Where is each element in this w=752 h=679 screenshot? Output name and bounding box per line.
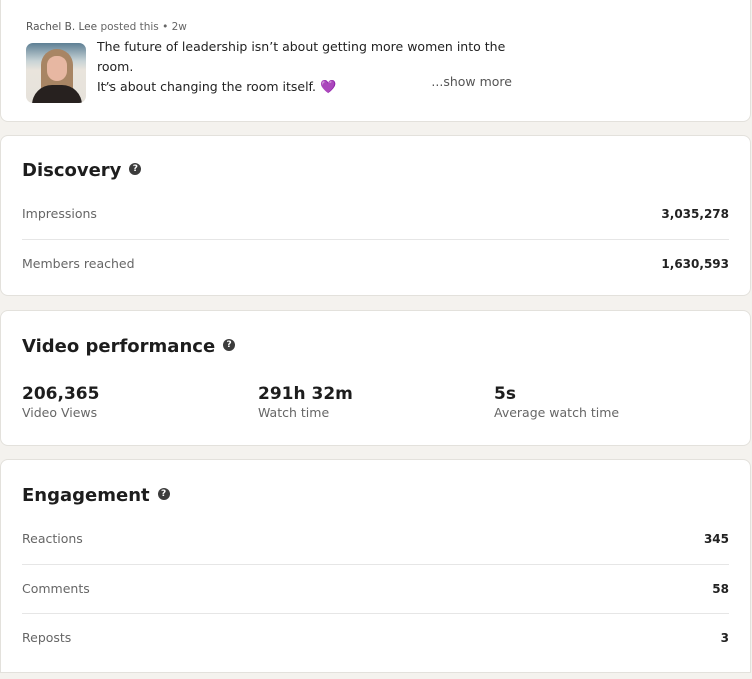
discovery-title: Discovery?	[22, 160, 142, 181]
divider	[22, 564, 729, 565]
metric-value: 3	[720, 631, 729, 645]
metric-value: 58	[712, 582, 729, 596]
metric-value: 291h 32m	[258, 384, 353, 404]
discovery-title-text: Discovery	[22, 160, 122, 181]
show-more-link[interactable]: ...show more	[431, 74, 512, 89]
divider	[22, 239, 729, 240]
purple-heart-icon: 💜	[320, 80, 337, 95]
metric-label: Average watch time	[494, 405, 620, 420]
metric-row-comments: Comments 58	[22, 581, 729, 630]
post-text-line-1: The future of leadership isn’t about get…	[97, 39, 506, 74]
metric-video-views: 206,365 Video Views	[22, 384, 99, 420]
metric-label: Watch time	[258, 405, 330, 420]
metric-label: Members reached	[22, 256, 135, 271]
engagement-title-text: Engagement	[22, 485, 150, 506]
engagement-title: Engagement?	[22, 485, 170, 506]
metric-value: 3,035,278	[661, 207, 729, 221]
post-thumbnail[interactable]	[26, 43, 86, 103]
post-author[interactable]: Rachel B. Lee	[26, 21, 97, 33]
engagement-card: Engagement? Reactions 345 Comments 58 Re…	[0, 459, 751, 673]
metric-label: Reposts	[22, 630, 72, 645]
metric-value: 345	[703, 532, 729, 546]
metric-value: 206,365	[22, 384, 100, 404]
help-icon[interactable]: ?	[129, 163, 142, 175]
divider	[22, 613, 729, 614]
metric-watch-time: 291h 32m Watch time	[258, 384, 353, 420]
video-performance-card: Video performance? 206,365 Video Views 2…	[0, 310, 751, 446]
help-icon[interactable]: ?	[223, 339, 236, 351]
video-performance-title-text: Video performance	[22, 336, 216, 357]
metric-value: 1,630,593	[661, 257, 729, 271]
post-meta-suffix: posted this • 2w	[97, 21, 187, 33]
post-text-line-2: It’s about changing the room itself.	[97, 79, 317, 94]
help-icon[interactable]: ?	[157, 488, 170, 500]
video-performance-title: Video performance?	[22, 336, 236, 357]
metric-label: Reactions	[22, 531, 83, 546]
metric-value: 5s	[494, 384, 516, 404]
post-summary-card: Rachel B. Lee posted this • 2w The futur…	[0, 0, 751, 122]
metric-label: Comments	[22, 581, 90, 596]
metric-row-reposts: Reposts 3	[22, 630, 729, 679]
metric-row-impressions: Impressions 3,035,278	[22, 206, 729, 255]
metric-row-members-reached: Members reached 1,630,593	[22, 256, 729, 305]
metric-label: Video Views	[22, 405, 98, 420]
metric-average-watch-time: 5s Average watch time	[494, 384, 619, 420]
post-ellipsis: ...	[100, 75, 112, 89]
post-meta: Rachel B. Lee posted this • 2w	[26, 21, 187, 33]
discovery-card: Discovery? Impressions 3,035,278 Members…	[0, 135, 751, 296]
metric-label: Impressions	[22, 206, 97, 221]
metric-row-reactions: Reactions 345	[22, 531, 729, 580]
